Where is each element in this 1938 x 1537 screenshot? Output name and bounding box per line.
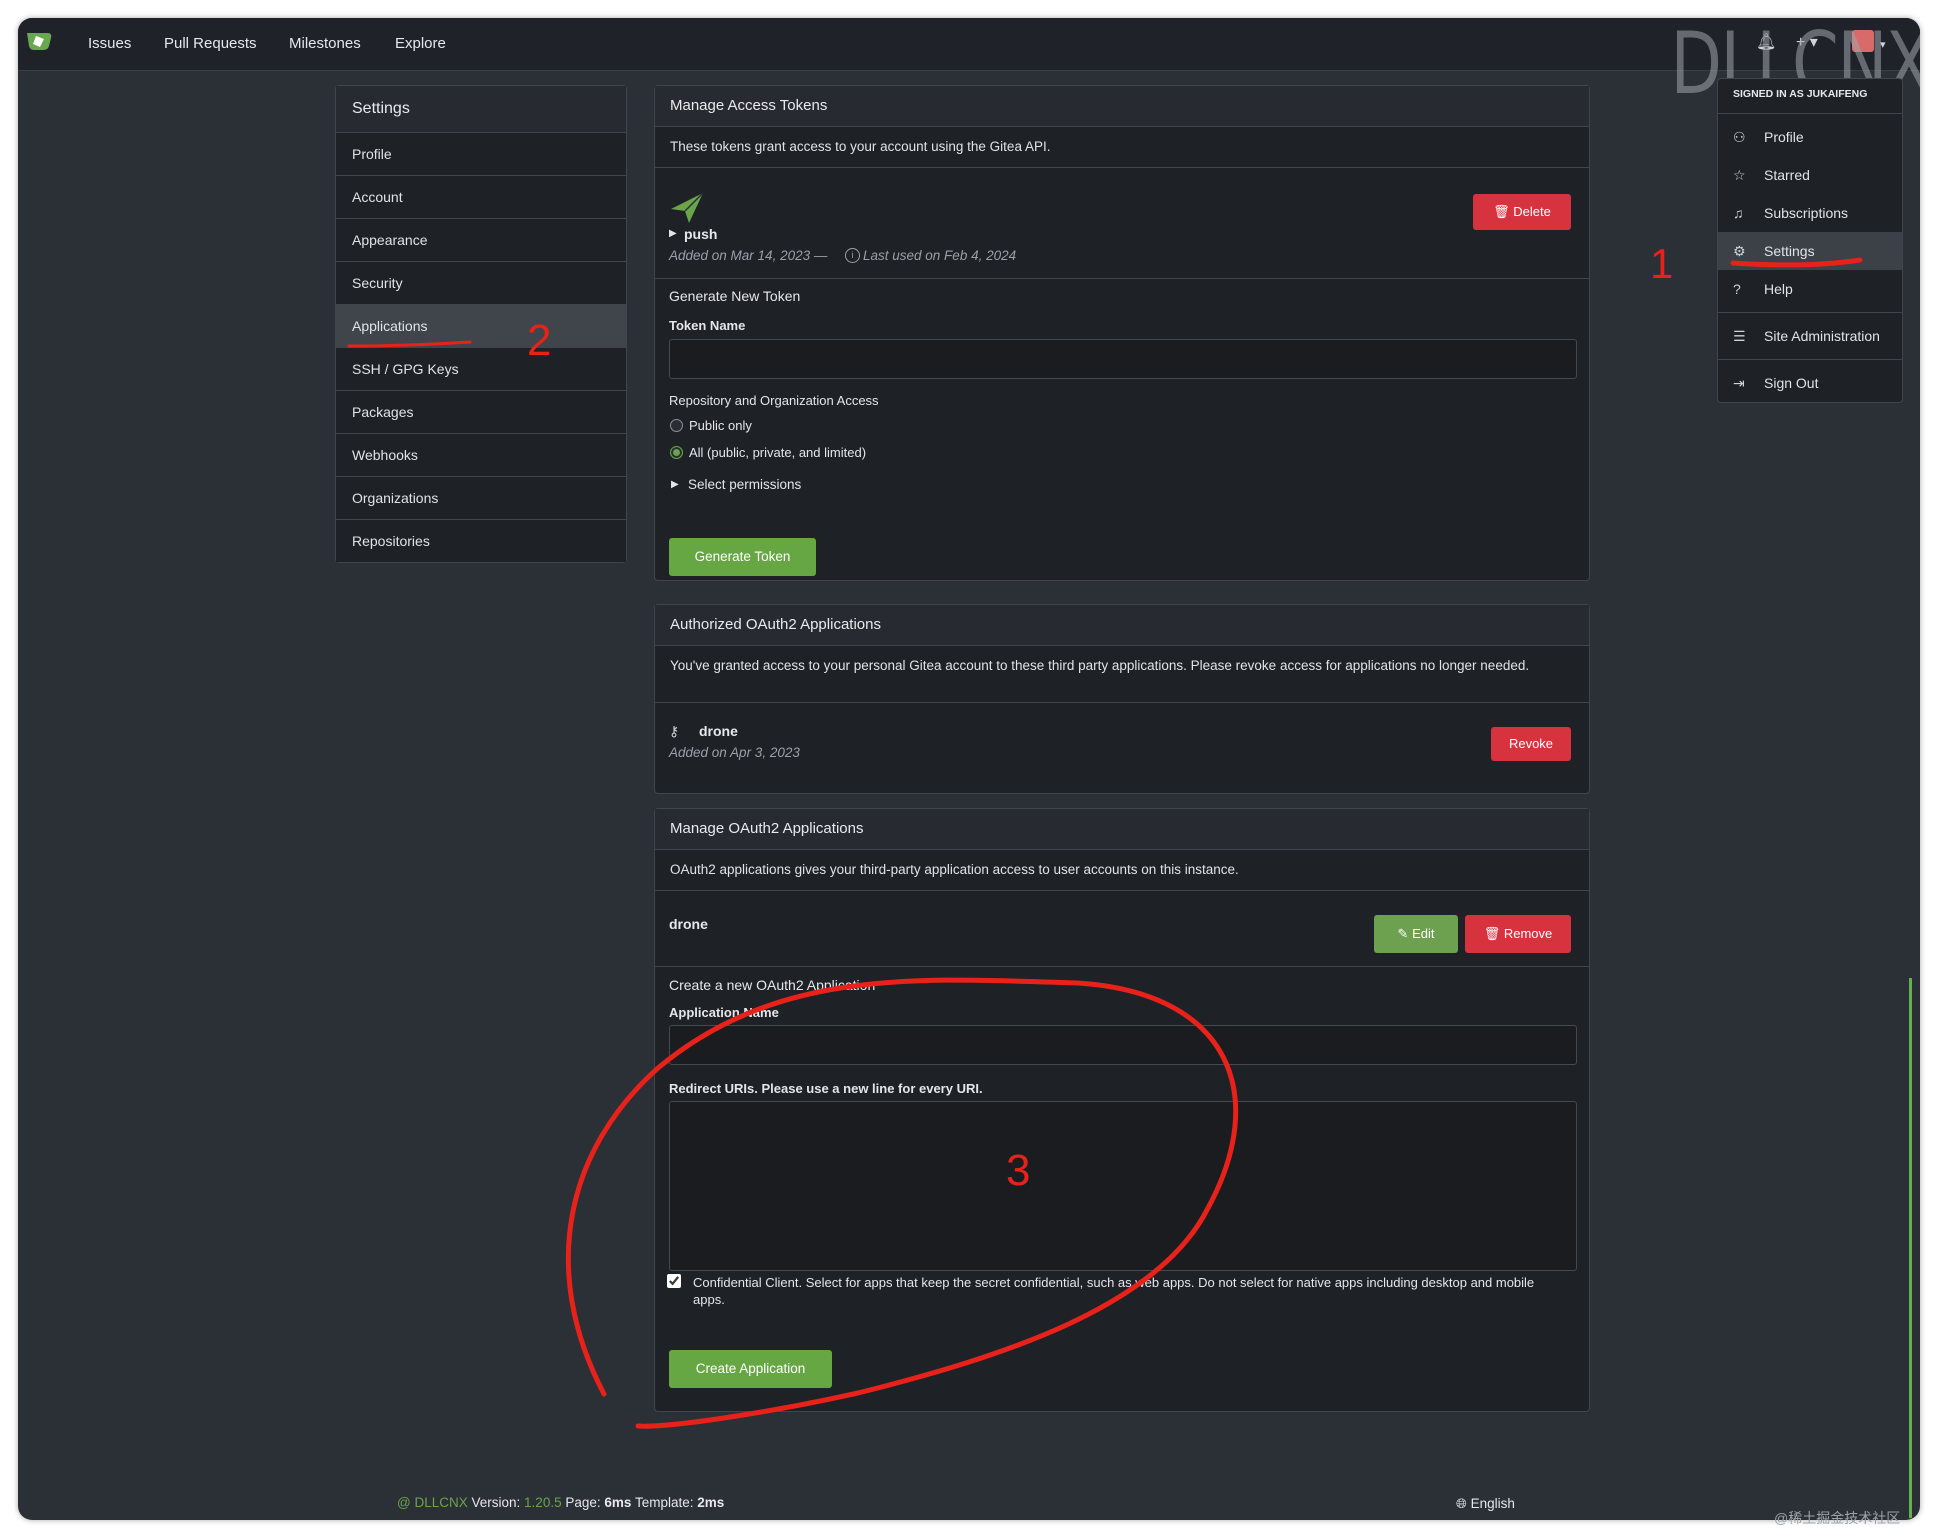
sidebar-item-appearance[interactable]: Appearance bbox=[336, 219, 626, 262]
nav-issues[interactable]: Issues bbox=[88, 35, 131, 52]
footer-powered-by[interactable]: @ DLLCNX bbox=[397, 1495, 468, 1510]
trash-icon: 🗑︎ bbox=[1483, 926, 1501, 941]
nav-pull-requests[interactable]: Pull Requests bbox=[164, 35, 257, 52]
pencil-icon: ✎ bbox=[1397, 926, 1409, 941]
globe-icon: 🌐︎ bbox=[1456, 1496, 1467, 1511]
star-icon: ☆ bbox=[1733, 167, 1746, 183]
settings-sidebar: Settings Profile Account Appearance Secu… bbox=[335, 85, 627, 563]
app-name-label: Application Name bbox=[669, 1005, 779, 1020]
token-name-input[interactable] bbox=[669, 339, 1577, 379]
chevron-down-icon[interactable]: ▾ bbox=[1880, 38, 1886, 51]
redirect-uris-textarea[interactable] bbox=[669, 1101, 1577, 1271]
top-navbar: Issues Pull Requests Milestones Explore … bbox=[18, 18, 1920, 71]
authorized-app-added: Added on Apr 3, 2023 bbox=[669, 745, 800, 760]
authorized-oauth2-panel: Authorized OAuth2 Applications You've gr… bbox=[654, 604, 1590, 794]
generate-token-title: Generate New Token bbox=[669, 288, 801, 304]
footer-page-time: 6ms bbox=[604, 1495, 632, 1510]
remove-app-button[interactable]: 🗑︎ Remove bbox=[1465, 915, 1571, 953]
edit-app-button[interactable]: ✎ Edit bbox=[1374, 915, 1458, 953]
all-access-radio[interactable] bbox=[670, 446, 683, 459]
confidential-client-checkbox[interactable] bbox=[667, 1274, 681, 1288]
person-icon: ⚇ bbox=[1733, 129, 1746, 145]
select-permissions-toggle[interactable]: Select permissions bbox=[688, 477, 801, 492]
avatar[interactable] bbox=[1852, 30, 1874, 52]
repo-access-label: Repository and Organization Access bbox=[669, 393, 879, 408]
signed-in-header: SIGNED IN AS JUKAIFENG bbox=[1718, 79, 1902, 114]
menu-item-profile[interactable]: ⚇ Profile bbox=[1718, 118, 1902, 156]
caret-right-icon[interactable]: ▶ bbox=[669, 228, 677, 239]
sidebar-item-repositories[interactable]: Repositories bbox=[336, 520, 626, 562]
access-tokens-panel: Manage Access Tokens These tokens grant … bbox=[654, 85, 1590, 581]
panel-title: Manage OAuth2 Applications bbox=[655, 809, 1589, 850]
language-selector[interactable]: 🌐︎ English bbox=[1456, 1496, 1515, 1512]
oauth-app-name: drone bbox=[669, 916, 708, 932]
trash-icon: 🗑︎ bbox=[1493, 204, 1510, 219]
menu-item-settings[interactable]: ⚙ Settings bbox=[1718, 232, 1902, 270]
sign-out-icon: ⇥ bbox=[1733, 375, 1745, 391]
public-only-label: Public only bbox=[689, 418, 752, 433]
token-last-used: Last used on Feb 4, 2024 bbox=[863, 248, 1017, 263]
menu-item-starred[interactable]: ☆ Starred bbox=[1718, 156, 1902, 194]
create-app-title: Create a new OAuth2 Application bbox=[669, 977, 876, 993]
gitea-logo-icon[interactable] bbox=[24, 27, 54, 55]
annotation-number-one: 1 bbox=[1650, 240, 1674, 287]
revoke-button[interactable]: Revoke bbox=[1491, 727, 1571, 761]
menu-item-sign-out[interactable]: ⇥ Sign Out bbox=[1718, 364, 1902, 402]
footer-template-time: 2ms bbox=[697, 1495, 725, 1510]
generate-token-button[interactable]: Generate Token bbox=[669, 538, 816, 576]
nav-explore[interactable]: Explore bbox=[395, 35, 446, 52]
create-application-button[interactable]: Create Application bbox=[669, 1350, 832, 1388]
caret-right-icon[interactable]: ▶ bbox=[671, 479, 679, 490]
question-icon: ? bbox=[1733, 281, 1741, 297]
confidential-client-label: Confidential Client. Select for apps tha… bbox=[693, 1275, 1535, 1307]
server-icon: ☰ bbox=[1733, 328, 1746, 344]
panel-description: These tokens grant access to your accoun… bbox=[655, 127, 1589, 168]
user-dropdown-menu: SIGNED IN AS JUKAIFENG ⚇ Profile ☆ Starred… bbox=[1717, 78, 1903, 403]
scrollbar[interactable] bbox=[1909, 978, 1912, 1518]
token-name: push bbox=[684, 226, 718, 242]
redirect-uris-label: Redirect URIs. Please use a new line for… bbox=[669, 1081, 983, 1096]
menu-item-subscriptions[interactable]: ♫ Subscriptions bbox=[1718, 194, 1902, 232]
sidebar-item-account[interactable]: Account bbox=[336, 176, 626, 219]
key-icon: ⚷ bbox=[669, 723, 680, 739]
footer-info: @ DLLCNX Version: 1.20.5 Page: 6ms Templ… bbox=[397, 1495, 725, 1510]
app-window: Issues Pull Requests Milestones Explore … bbox=[18, 18, 1920, 1520]
plus-icon[interactable]: + ▾ bbox=[1796, 32, 1818, 52]
send-icon bbox=[671, 192, 704, 223]
token-added-date: Added on Mar 14, 2023 — bbox=[669, 248, 828, 263]
sidebar-item-packages[interactable]: Packages bbox=[336, 391, 626, 434]
manage-oauth2-panel: Manage OAuth2 Applications OAuth2 applic… bbox=[654, 808, 1590, 1412]
sidebar-title: Settings bbox=[336, 86, 626, 133]
panel-title: Authorized OAuth2 Applications bbox=[655, 605, 1589, 646]
info-icon: i bbox=[845, 248, 860, 263]
panel-description: OAuth2 applications gives your third-par… bbox=[655, 850, 1589, 891]
all-access-label: All (public, private, and limited) bbox=[689, 445, 867, 460]
menu-item-site-administration[interactable]: ☰ Site Administration bbox=[1718, 317, 1902, 355]
delete-token-button[interactable]: 🗑︎ Delete bbox=[1473, 194, 1571, 230]
bell-icon[interactable]: 🔔︎ bbox=[1756, 32, 1776, 52]
tools-icon: ⚙ bbox=[1733, 243, 1746, 259]
sidebar-item-profile[interactable]: Profile bbox=[336, 133, 626, 176]
panel-description: You've granted access to your personal G… bbox=[655, 646, 1589, 703]
sidebar-item-webhooks[interactable]: Webhooks bbox=[336, 434, 626, 477]
corner-watermark: @稀土掘金技术社区 bbox=[1774, 1510, 1901, 1526]
footer-version: 1.20.5 bbox=[524, 1495, 562, 1510]
menu-item-help[interactable]: ? Help bbox=[1718, 270, 1902, 308]
public-only-radio[interactable] bbox=[670, 419, 683, 432]
panel-title: Manage Access Tokens bbox=[655, 86, 1589, 127]
sidebar-item-security[interactable]: Security bbox=[336, 262, 626, 305]
token-name-label: Token Name bbox=[669, 318, 746, 333]
nav-milestones[interactable]: Milestones bbox=[289, 35, 361, 52]
bell-icon: ♫ bbox=[1733, 205, 1744, 221]
sidebar-item-organizations[interactable]: Organizations bbox=[336, 477, 626, 520]
authorized-app-name: drone bbox=[699, 723, 738, 739]
app-name-input[interactable] bbox=[669, 1025, 1577, 1065]
sidebar-item-applications[interactable]: Applications bbox=[336, 305, 626, 348]
sidebar-item-ssh-gpg-keys[interactable]: SSH / GPG Keys bbox=[336, 348, 626, 391]
